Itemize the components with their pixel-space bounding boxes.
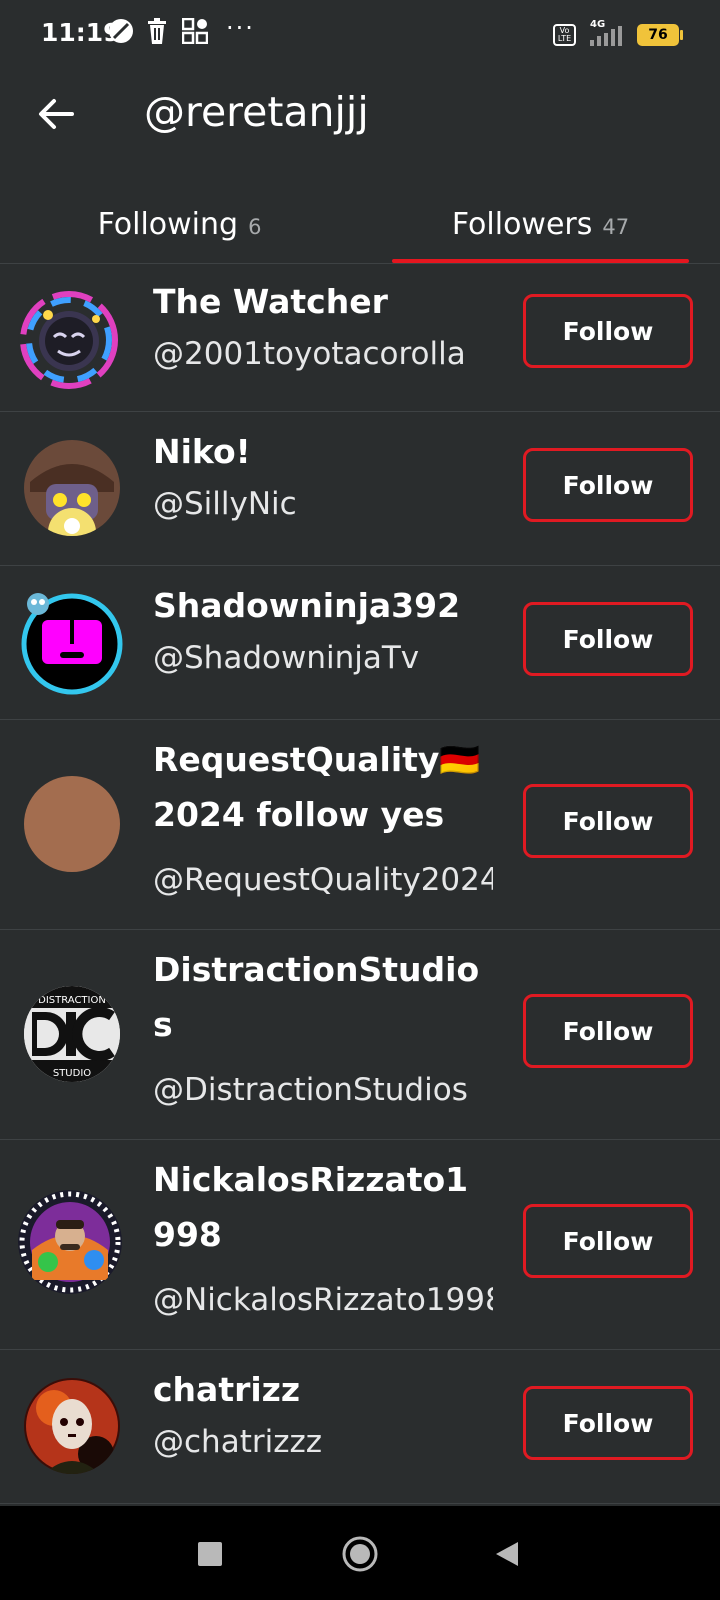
follower-handle: @RequestQuality2024	[153, 862, 493, 898]
avatar[interactable]	[18, 1190, 122, 1294]
list-item[interactable]: The Watcher @2001toyotacorolla Follow	[0, 264, 720, 412]
list-item[interactable]: RequestQuality🇩🇪 2024 follow yes @Reques…	[0, 720, 720, 930]
follower-handle: @SillyNic	[153, 486, 297, 522]
volte-icon: Vo LTE	[553, 24, 576, 46]
follower-name: NickalosRizzato1998	[153, 1160, 469, 1254]
tab-label: Following	[97, 206, 239, 242]
avatar[interactable]	[24, 1378, 120, 1474]
follower-name: chatrizz	[153, 1370, 301, 1409]
tab-followers[interactable]: Followers 47	[392, 185, 689, 263]
signal-icon	[590, 26, 622, 46]
follow-button[interactable]: Follow	[523, 1204, 693, 1278]
back-button[interactable]	[34, 92, 78, 136]
follow-button[interactable]: Follow	[523, 994, 693, 1068]
grid-icon	[182, 18, 208, 44]
follower-handle: @DistractionStudios	[153, 1072, 468, 1108]
follower-name: RequestQuality🇩🇪 2024 follow yes	[153, 740, 481, 834]
follower-handle: @2001toyotacorolla	[153, 336, 466, 372]
follower-name: The Watcher	[153, 282, 388, 321]
battery-level: 76	[648, 27, 668, 43]
compass-icon	[109, 19, 133, 43]
more-notifications-icon: ···	[226, 14, 255, 42]
list-item[interactable]: DISTRACTION STUDIO DistractionStudios @D…	[0, 930, 720, 1140]
triangle-back-icon	[496, 1542, 518, 1566]
trash-icon	[148, 18, 166, 44]
follower-name: DistractionStudios	[153, 950, 480, 1044]
follow-button[interactable]: Follow	[523, 448, 693, 522]
tab-count: 6	[248, 215, 262, 239]
follow-button[interactable]: Follow	[523, 784, 693, 858]
system-navigation-bar	[0, 1506, 720, 1600]
follower-handle: @ShadowninjaTv	[153, 640, 420, 676]
status-bar: 11:19 ··· Vo LTE 4G 76	[0, 0, 720, 70]
avatar-logo-top: DISTRACTION	[38, 995, 106, 1006]
header: @reretanjjj	[0, 70, 720, 185]
recents-button[interactable]	[198, 1542, 222, 1566]
follower-handle: @NickalosRizzato1998	[153, 1282, 493, 1318]
follower-handle: @chatrizzz	[153, 1424, 323, 1460]
tab-following[interactable]: Following 6	[0, 185, 359, 263]
follow-button[interactable]: Follow	[523, 1386, 693, 1460]
list-item[interactable]: Shadowninja392 @ShadowninjaTv Follow	[0, 566, 720, 720]
list-item[interactable]: Niko! @SillyNic Follow	[0, 412, 720, 566]
follow-button[interactable]: Follow	[523, 294, 693, 368]
tab-bar: Following 6 Followers 47	[0, 185, 720, 264]
page-title: @reretanjjj	[144, 88, 369, 136]
follower-name: Shadowninja392	[153, 586, 461, 625]
follower-name: Niko!	[153, 432, 251, 471]
tab-count: 47	[602, 215, 630, 239]
tab-label: Followers	[451, 206, 593, 242]
avatar-logo-bottom: STUDIO	[53, 1068, 91, 1079]
avatar[interactable]	[24, 776, 120, 872]
arrow-left-icon	[39, 99, 74, 129]
circle-icon	[342, 1536, 378, 1572]
tab-active-indicator	[392, 259, 689, 263]
avatar[interactable]	[18, 289, 120, 391]
back-nav-button[interactable]	[494, 1540, 520, 1568]
battery-tip	[680, 30, 683, 40]
battery-icon: 76	[637, 24, 679, 46]
follow-button[interactable]: Follow	[523, 602, 693, 676]
avatar[interactable]: DISTRACTION STUDIO	[24, 986, 120, 1082]
list-item[interactable]: NickalosRizzato1998 @NickalosRizzato1998…	[0, 1140, 720, 1350]
square-icon	[198, 1542, 222, 1566]
list-item[interactable]: chatrizz @chatrizzz Follow	[0, 1350, 720, 1504]
avatar[interactable]	[20, 592, 124, 696]
home-button[interactable]	[340, 1534, 380, 1574]
avatar[interactable]	[24, 440, 120, 536]
